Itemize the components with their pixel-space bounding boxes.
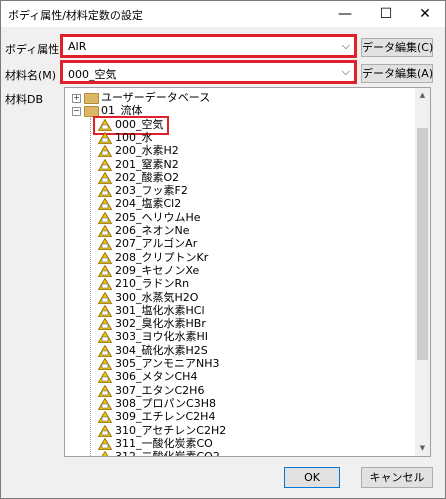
tree-item-material[interactable]: 100_水 xyxy=(115,131,153,145)
material-combo[interactable]: 000_空気 ⌵ xyxy=(60,60,357,84)
tree-item-material[interactable]: 306_メタンCH4 xyxy=(115,370,197,384)
tree-item-material[interactable]: 203_フッ素F2 xyxy=(115,184,188,198)
chevron-down-icon: ⌵ xyxy=(341,39,350,52)
collapse-minus-icon[interactable]: − xyxy=(72,107,81,117)
window-title: ボディ属性/材料定数の設定 xyxy=(8,9,143,22)
warning-triangle-icon xyxy=(97,264,113,277)
tree-item-material[interactable]: 307_エタンC2H6 xyxy=(115,384,204,398)
tree-node-user-db[interactable]: ユーザーデータベース xyxy=(101,91,210,105)
warning-triangle-icon xyxy=(97,144,113,158)
tree-item-material[interactable]: 206_ネオンNe xyxy=(115,224,190,238)
warning-triangle-icon xyxy=(98,450,112,456)
tree-item-material[interactable]: 202_酸素O2 xyxy=(115,171,179,185)
tree-item-material[interactable]: 311_一酸化炭素CO xyxy=(115,437,213,451)
warning-triangle-icon xyxy=(97,331,113,344)
body-attr-label: ボディ属性名 xyxy=(5,43,71,56)
tree-item-material[interactable]: 210_ラドンRn xyxy=(115,277,189,291)
body-attr-value: AIR xyxy=(68,40,87,53)
tree-item-material[interactable]: 303_ヨウ化水素HI xyxy=(115,330,208,344)
title-bar: ボディ属性/材料定数の設定 — ☐ ✕ xyxy=(1,1,445,27)
dialog-window: ボディ属性/材料定数の設定 — ☐ ✕ ボディ属性名 AIR ⌵ データ編集(C… xyxy=(0,0,446,499)
warning-triangle-icon xyxy=(97,171,113,184)
ok-button[interactable]: OK xyxy=(284,467,340,488)
warning-triangle-icon xyxy=(97,437,113,450)
warning-triangle-icon xyxy=(97,277,113,291)
body-attr-edit-button[interactable]: データ編集(C) xyxy=(361,38,433,57)
maximize-button[interactable]: ☐ xyxy=(366,1,406,27)
warning-triangle-icon xyxy=(97,410,113,424)
warning-triangle-icon xyxy=(97,371,113,384)
warning-triangle-icon xyxy=(97,211,113,224)
material-db-label: 材料DB xyxy=(5,93,44,106)
warning-triangle-icon xyxy=(97,317,113,330)
warning-triangle-icon xyxy=(97,198,113,211)
warning-triangle-icon xyxy=(97,304,113,317)
warning-triangle-icon xyxy=(97,238,113,251)
tree-item-material[interactable]: 312_二酸化炭素CO2 xyxy=(115,450,220,456)
tree-item-material[interactable]: 309_エチレンC2H4 xyxy=(115,410,215,424)
tree-item-material[interactable]: 204_塩素Cl2 xyxy=(115,197,181,211)
tree-item-material[interactable]: 207_アルゴンAr xyxy=(115,237,197,251)
tree-item-material[interactable]: 205_ヘリウムHe xyxy=(115,211,201,225)
material-label: 材料名(M) xyxy=(5,69,57,82)
warning-triangle-icon xyxy=(97,158,113,171)
cancel-button[interactable]: キャンセル xyxy=(361,467,433,488)
tree-item-material[interactable]: 305_アンモニアNH3 xyxy=(115,357,220,371)
minimize-button[interactable]: — xyxy=(325,1,365,27)
tree-item-material[interactable]: 300_水蒸気H2O xyxy=(115,291,198,305)
warning-triangle-icon xyxy=(97,424,113,437)
tree-item-material[interactable]: 304_硫化水素H2S xyxy=(115,344,208,358)
warning-triangle-icon xyxy=(97,251,113,264)
material-edit-button[interactable]: データ編集(A) xyxy=(361,64,433,83)
warning-triangle-icon xyxy=(97,184,113,197)
scroll-thumb[interactable] xyxy=(417,128,428,360)
tree-item-material[interactable]: 308_プロパンC3H8 xyxy=(115,397,216,411)
tree-item-material[interactable]: 302_臭化水素HBr xyxy=(115,317,206,331)
warning-triangle-icon xyxy=(97,131,113,144)
tree-item-material[interactable]: 209_キセノンXe xyxy=(115,264,199,278)
tree-item-material[interactable]: 301_塩化水素HCl xyxy=(115,304,205,318)
warning-triangle-icon xyxy=(97,344,113,357)
scroll-up-icon[interactable]: ▲ xyxy=(415,88,430,103)
expand-plus-icon[interactable]: + xyxy=(72,94,81,103)
chevron-down-icon: ⌵ xyxy=(341,65,350,78)
tree-item-material[interactable]: 310_アセチレンC2H2 xyxy=(115,424,226,438)
warning-triangle-icon xyxy=(97,224,113,237)
vertical-scrollbar[interactable]: ▲ ▼ xyxy=(415,88,430,456)
folder-icon xyxy=(84,93,99,104)
tree-item-material[interactable]: 200_水素H2 xyxy=(115,144,179,158)
tree-item-material[interactable]: 201_窒素N2 xyxy=(115,158,179,172)
material-tree[interactable]: + ユーザーデータベース −01_流体 000_空気 100_水 200_水素H2 201_… xyxy=(64,87,431,457)
tree-guide-line xyxy=(90,117,91,456)
warning-triangle-icon xyxy=(97,291,113,304)
warning-triangle-icon xyxy=(97,384,113,397)
tree-item-material[interactable]: 208_クリプトンKr xyxy=(115,251,208,265)
material-value: 000_空気 xyxy=(68,68,117,81)
body-attr-combo[interactable]: AIR ⌵ xyxy=(60,34,357,58)
scroll-down-icon[interactable]: ▼ xyxy=(415,441,430,456)
warning-triangle-icon xyxy=(97,397,113,410)
close-button[interactable]: ✕ xyxy=(405,1,445,27)
warning-triangle-icon xyxy=(97,357,113,370)
